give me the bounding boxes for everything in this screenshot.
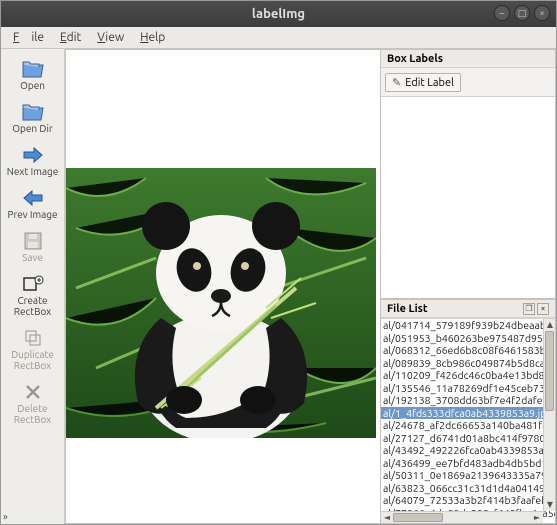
create-rect-icon [20, 273, 46, 295]
open-dir-button[interactable]: Open Dir [1, 96, 64, 139]
horizontal-scrollbar[interactable]: ◄ ► [381, 511, 543, 523]
box-labels-dock: Box Labels ✎ Edit Label [381, 49, 556, 299]
file-list-item[interactable]: al/24678_af2dc66653a140ba481fa88db52 [381, 419, 555, 432]
open-button[interactable]: Open [1, 53, 64, 96]
menu-view[interactable]: View [91, 29, 130, 46]
v-scroll-thumb[interactable] [545, 331, 554, 411]
file-list-item[interactable]: al/041714_579189f939b24dbeaabbff03c3 [381, 319, 555, 332]
box-labels-title: Box Labels [387, 53, 443, 65]
arrow-right-icon [20, 144, 46, 166]
file-list-title: File List [387, 303, 428, 315]
box-labels-list[interactable] [381, 96, 555, 298]
delete-rect-icon [20, 381, 46, 403]
file-list-item[interactable]: al/50311_0e1869a2139643335a79445838a [381, 469, 555, 482]
file-list-item[interactable]: al/1_4fds333dfca0ab4339853a9.jpg [381, 407, 555, 420]
duplicate-rect-label: Duplicate RectBox [11, 349, 54, 371]
file-list-item[interactable]: al/436499_ee7bfd483adb4db5bd16c7af5f [381, 457, 555, 470]
file-list-item[interactable]: al/63823_066cc31c31d1d4a04149d59d8332b [381, 482, 555, 495]
file-list-header: File List ❐ × [381, 300, 555, 318]
pencil-icon: ✎ [392, 76, 401, 89]
file-list-item[interactable]: al/089839_8cb986c049874b5d8caa6e103 [381, 357, 555, 370]
right-panel: Box Labels ✎ Edit Label File List ❐ × [381, 49, 556, 524]
file-list[interactable]: al/041714_579189f939b24dbeaabbff03c3al/0… [381, 318, 555, 523]
scroll-right-icon[interactable]: ► [531, 512, 543, 523]
file-list-item[interactable]: al/64079_72533a3b2f414b3faafebfaa6eee [381, 494, 555, 507]
dock-close-button[interactable]: × [537, 303, 549, 315]
folder-dir-icon [20, 101, 46, 123]
open-dir-label: Open Dir [12, 123, 52, 134]
titlebar: labelImg – □ × [1, 1, 556, 27]
menu-help[interactable]: Help [134, 29, 171, 46]
h-scroll-thumb[interactable] [393, 513, 443, 522]
vertical-scrollbar[interactable]: ▲ ▼ [543, 319, 555, 511]
loaded-image [66, 168, 376, 438]
menu-edit[interactable]: Edit [54, 29, 87, 46]
prev-image-button[interactable]: Prev Image [1, 182, 64, 225]
file-list-item[interactable]: al/192138_3708dd63bf7e4f2dafea675680 [381, 394, 555, 407]
file-list-item[interactable]: al/135546_11a78269df1e45ceb73b54c872 [381, 382, 555, 395]
menu-file[interactable]: File [7, 29, 50, 46]
duplicate-rectbox-button: Duplicate RectBox [1, 322, 64, 376]
open-label: Open [20, 80, 45, 91]
file-list-item[interactable]: al/43492_492226fca0ab4339853a922e79c [381, 444, 555, 457]
app-window: labelImg – □ × File Edit View Help Open … [0, 0, 557, 525]
file-list-dock: File List ❐ × al/041714_579189f939b24dbe… [381, 299, 556, 524]
file-list-item[interactable]: al/068312_66ed6b8c08f6461583b6f3a69c [381, 344, 555, 357]
scroll-down-icon[interactable]: ▼ [544, 499, 555, 511]
prev-image-label: Prev Image [7, 209, 57, 220]
minimize-button[interactable]: – [494, 5, 510, 21]
scroll-left-icon[interactable]: ◄ [381, 512, 393, 523]
next-image-button[interactable]: Next Image [1, 139, 64, 182]
create-rectbox-button[interactable]: Create RectBox [1, 268, 64, 322]
arrow-left-icon [20, 187, 46, 209]
save-icon [20, 230, 46, 252]
scroll-up-icon[interactable]: ▲ [544, 319, 555, 331]
left-toolbar: Open Open Dir Next Image Prev Image [1, 49, 65, 524]
duplicate-rect-icon [20, 327, 46, 349]
file-list-item[interactable]: al/110209_f426dc46c0ba4e13bd81ebbe2b [381, 369, 555, 382]
edit-label-row: ✎ Edit Label [381, 68, 555, 96]
delete-rectbox-button: Delete RectBox [1, 376, 64, 430]
toolbar-overflow-icon[interactable]: » [3, 511, 8, 522]
window-title: labelImg [9, 7, 548, 21]
save-button: Save [1, 225, 64, 268]
menubar: File Edit View Help [1, 27, 556, 49]
save-label: Save [22, 252, 43, 263]
next-image-label: Next Image [7, 166, 59, 177]
folder-open-icon [20, 58, 46, 80]
file-list-item[interactable]: al/27127_d6741d01a8bc414f97803f5e3a5 [381, 432, 555, 445]
canvas[interactable] [65, 49, 381, 524]
maximize-button[interactable]: □ [514, 5, 530, 21]
dock-float-button[interactable]: ❐ [523, 303, 535, 315]
window-buttons: – □ × [494, 5, 550, 21]
box-labels-header: Box Labels [381, 50, 555, 68]
close-button[interactable]: × [534, 5, 550, 21]
edit-label-button[interactable]: ✎ Edit Label [385, 73, 461, 92]
create-rect-label: Create RectBox [14, 295, 51, 317]
delete-rect-label: Delete RectBox [14, 403, 51, 425]
file-list-item[interactable]: al/051953_b460263be975487d957ed9e33 [381, 332, 555, 345]
edit-label-text: Edit Label [405, 77, 454, 89]
